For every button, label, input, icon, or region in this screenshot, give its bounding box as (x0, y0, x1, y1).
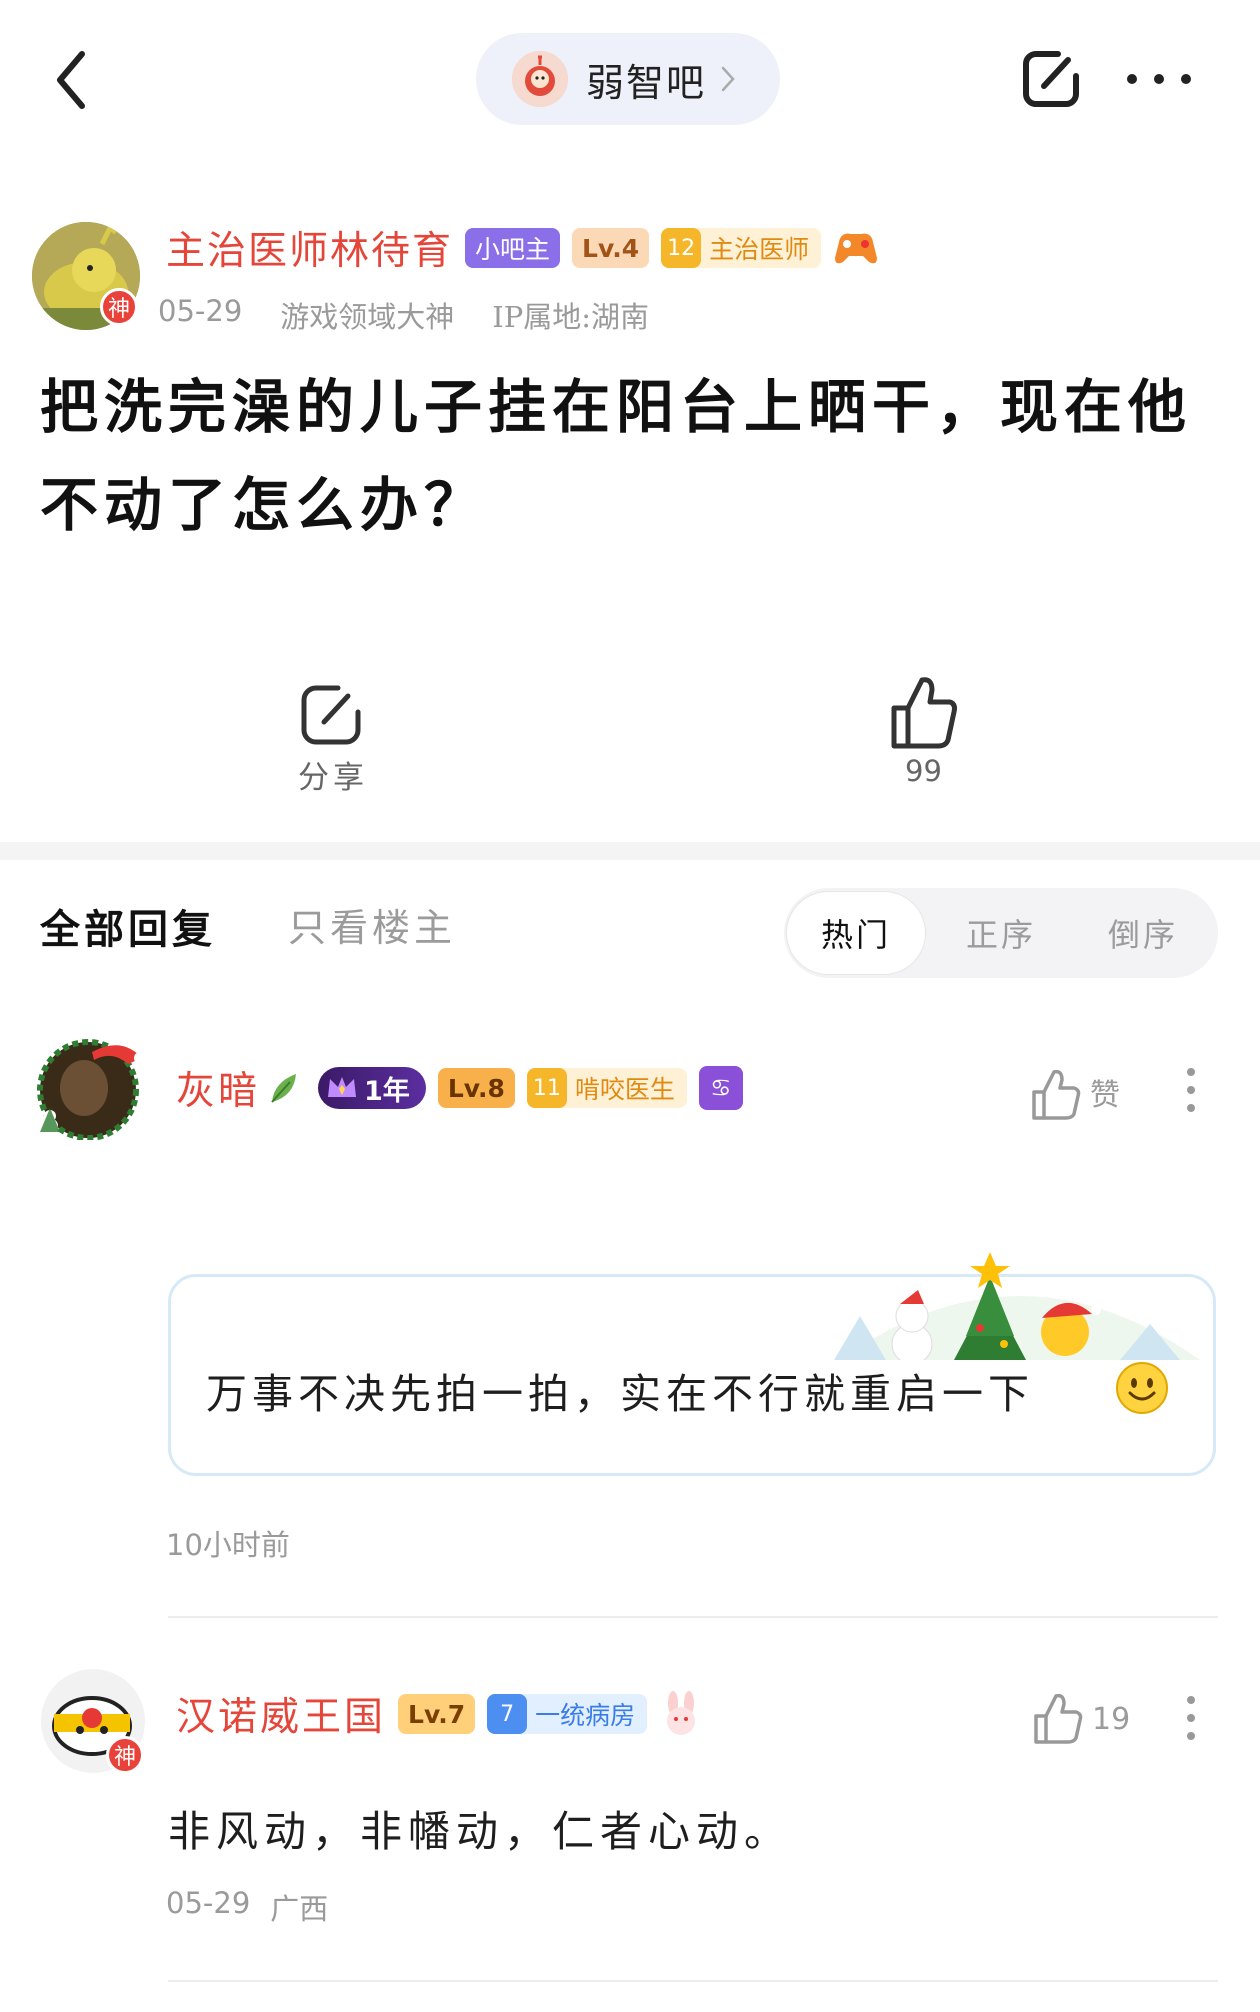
like-label[interactable]: 赞 (1090, 1070, 1120, 1114)
comment-meta: 05-29 广西 (166, 1886, 328, 1928)
sort-descending[interactable]: 倒序 (1108, 910, 1178, 956)
author-tag: 游戏领域大神 (280, 300, 455, 334)
author-name[interactable]: 主治医师林待育 (166, 220, 453, 276)
title-level-icon: 12 (661, 228, 702, 268)
membership-badge: 1年 (318, 1067, 426, 1109)
crown-icon (328, 1077, 357, 1097)
forum-avatar (512, 51, 568, 107)
cancer-zodiac-icon: ♋ (698, 1066, 743, 1110)
smiley-emoji-icon (1116, 1362, 1168, 1414)
share-label[interactable]: 分享 (298, 752, 368, 797)
more-dots-icon[interactable] (1124, 66, 1194, 92)
chevron-right-icon (721, 66, 735, 92)
ip-location: IP属地:湖南 (492, 300, 650, 334)
commenter-avatar[interactable] (32, 1028, 144, 1140)
post-title: 把洗完澡的儿子挂在阳台上晒干，现在他不动了怎么办？ (40, 373, 1193, 539)
leaf-icon (271, 1074, 297, 1103)
god-badge: 神 (100, 288, 138, 326)
level-badge: Lv.7 (398, 1694, 476, 1734)
thumbs-up-icon[interactable] (888, 672, 960, 752)
post-meta: 05-29 游戏领域大神 IP属地:湖南 (158, 294, 649, 336)
more-vertical-icon[interactable] (1184, 1694, 1198, 1742)
sort-ascending[interactable]: 正序 (966, 910, 1036, 956)
title-badge-label: 一统病房 (535, 1701, 636, 1730)
commenter-name[interactable]: 灰暗 (176, 1060, 260, 1116)
comment-time: 10小时前 (166, 1528, 290, 1562)
title-badge-label: 主治医师 (709, 235, 810, 264)
forum-name: 弱智吧 (586, 60, 707, 105)
membership-years: 1年 (364, 1075, 410, 1107)
sort-hot[interactable]: 热门 (786, 891, 926, 975)
forum-link[interactable]: 弱智吧 (476, 33, 780, 125)
tab-all-replies[interactable]: 全部回复 (40, 897, 216, 955)
comment-text: 非风动，非幡动，仁者心动。 (168, 1807, 793, 1856)
like-count: 99 (905, 754, 942, 788)
back-button[interactable] (44, 40, 104, 120)
post-date: 05-29 (158, 294, 243, 328)
god-badge: 神 (106, 1736, 144, 1774)
level-badge: Lv.8 (437, 1068, 515, 1108)
title-badge-label: 啃咬医生 (574, 1075, 675, 1104)
owner-badge: 小吧主 (465, 228, 561, 268)
title-level-icon: 7 (487, 1694, 528, 1734)
title-badge: 11 啃咬医生 (526, 1068, 687, 1108)
title-badge: 7 一统病房 (487, 1694, 648, 1734)
thumbs-up-icon[interactable] (1032, 1690, 1084, 1746)
title-level-icon: 11 (526, 1068, 567, 1108)
tab-op-only[interactable]: 只看楼主 (288, 897, 456, 952)
comment-divider (168, 1616, 1218, 1618)
comment-divider (168, 1980, 1218, 1982)
christmas-decoration (834, 1252, 1200, 1360)
share-icon[interactable] (296, 680, 366, 750)
level-badge: Lv.4 (572, 228, 650, 268)
commenter-name[interactable]: 汉诺威王国 (176, 1686, 386, 1742)
more-vertical-icon[interactable] (1184, 1066, 1198, 1114)
gamepad-icon (835, 233, 878, 264)
rabbit-icon (667, 1691, 696, 1735)
comment-date: 05-29 (166, 1886, 251, 1920)
comment-location: 广西 (270, 1892, 329, 1926)
section-divider (0, 842, 1260, 860)
like-count: 19 (1092, 1702, 1131, 1737)
edit-square-icon[interactable] (1018, 46, 1084, 112)
thumbs-up-icon[interactable] (1030, 1066, 1082, 1122)
comment-text: 万事不决先拍一拍，实在不行就重启一下 (206, 1370, 1034, 1418)
title-badge: 12 主治医师 (661, 228, 822, 268)
